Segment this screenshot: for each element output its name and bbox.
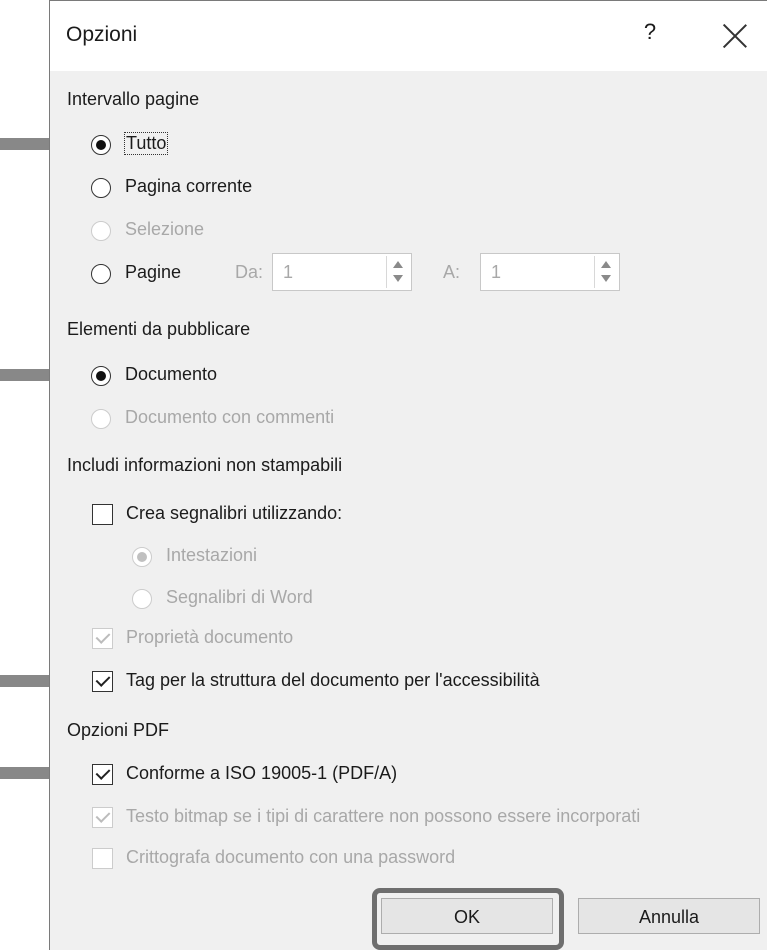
from-spinner[interactable]: 1 <box>272 253 412 291</box>
from-spin-buttons[interactable] <box>386 256 409 288</box>
group-publish: Elementi da pubblicare <box>67 319 261 340</box>
radio-document-comments-label: Documento con commenti <box>125 407 335 427</box>
checkbox-icon[interactable] <box>92 764 113 785</box>
radio-icon[interactable] <box>91 366 111 386</box>
help-button[interactable]: ? <box>635 19 665 45</box>
spin-up-icon[interactable] <box>601 261 611 268</box>
to-spinner[interactable]: 1 <box>480 253 620 291</box>
group-pdf: Opzioni PDF <box>67 720 180 741</box>
checkbox-iso-label: Conforme a ISO 19005-1 (PDF/A) <box>126 763 398 783</box>
to-value: 1 <box>491 262 502 282</box>
ok-highlight-frame <box>372 888 564 950</box>
radio-icon <box>132 589 152 609</box>
checkbox-icon[interactable] <box>92 504 113 525</box>
checkbox-encrypt-label: Crittografa documento con una password <box>126 847 456 867</box>
radio-current-page-label: Pagina corrente <box>125 176 253 196</box>
radio-selection-label: Selezione <box>125 219 205 239</box>
spin-down-icon[interactable] <box>393 275 403 282</box>
radio-icon <box>91 221 111 241</box>
checkbox-icon[interactable] <box>92 671 113 692</box>
checkbox-icon <box>92 848 113 869</box>
dialog-title: Opzioni <box>66 23 138 46</box>
to-label: A: <box>443 262 461 282</box>
radio-word-bookmarks-label: Segnalibri di Word <box>166 587 313 607</box>
checkbox-bookmarks-label: Crea segnalibri utilizzando: <box>126 503 343 523</box>
radio-icon[interactable] <box>91 135 111 155</box>
radio-icon <box>91 409 111 429</box>
group-page-range: Intervallo pagine <box>67 89 210 110</box>
radio-icon <box>132 547 152 567</box>
title-bar: Opzioni ? <box>50 1 767 71</box>
spin-down-icon[interactable] <box>601 275 611 282</box>
radio-all-label: Tutto <box>123 132 169 155</box>
cancel-button[interactable]: Annulla <box>578 898 760 934</box>
checkbox-properties-label: Proprietà documento <box>126 627 294 647</box>
radio-document-label: Documento <box>125 364 218 384</box>
to-spin-buttons[interactable] <box>594 256 617 288</box>
radio-icon[interactable] <box>91 178 111 198</box>
from-label: Da: <box>235 262 264 282</box>
checkbox-bitmap-label: Testo bitmap se i tipi di carattere non … <box>126 806 641 826</box>
group-nonprint: Includi informazioni non stampabili <box>67 455 353 476</box>
radio-pages-label: Pagine <box>125 262 182 282</box>
checkbox-icon <box>92 807 113 828</box>
spin-up-icon[interactable] <box>393 261 403 268</box>
options-dialog: Opzioni ? Intervallo pagine Tutto Pagina… <box>49 0 767 950</box>
checkbox-tags-label: Tag per la struttura del documento per l… <box>126 670 540 690</box>
from-value: 1 <box>283 262 294 282</box>
radio-icon[interactable] <box>91 264 111 284</box>
close-icon[interactable] <box>722 23 748 49</box>
checkbox-icon <box>92 628 113 649</box>
radio-headings-label: Intestazioni <box>166 545 258 565</box>
